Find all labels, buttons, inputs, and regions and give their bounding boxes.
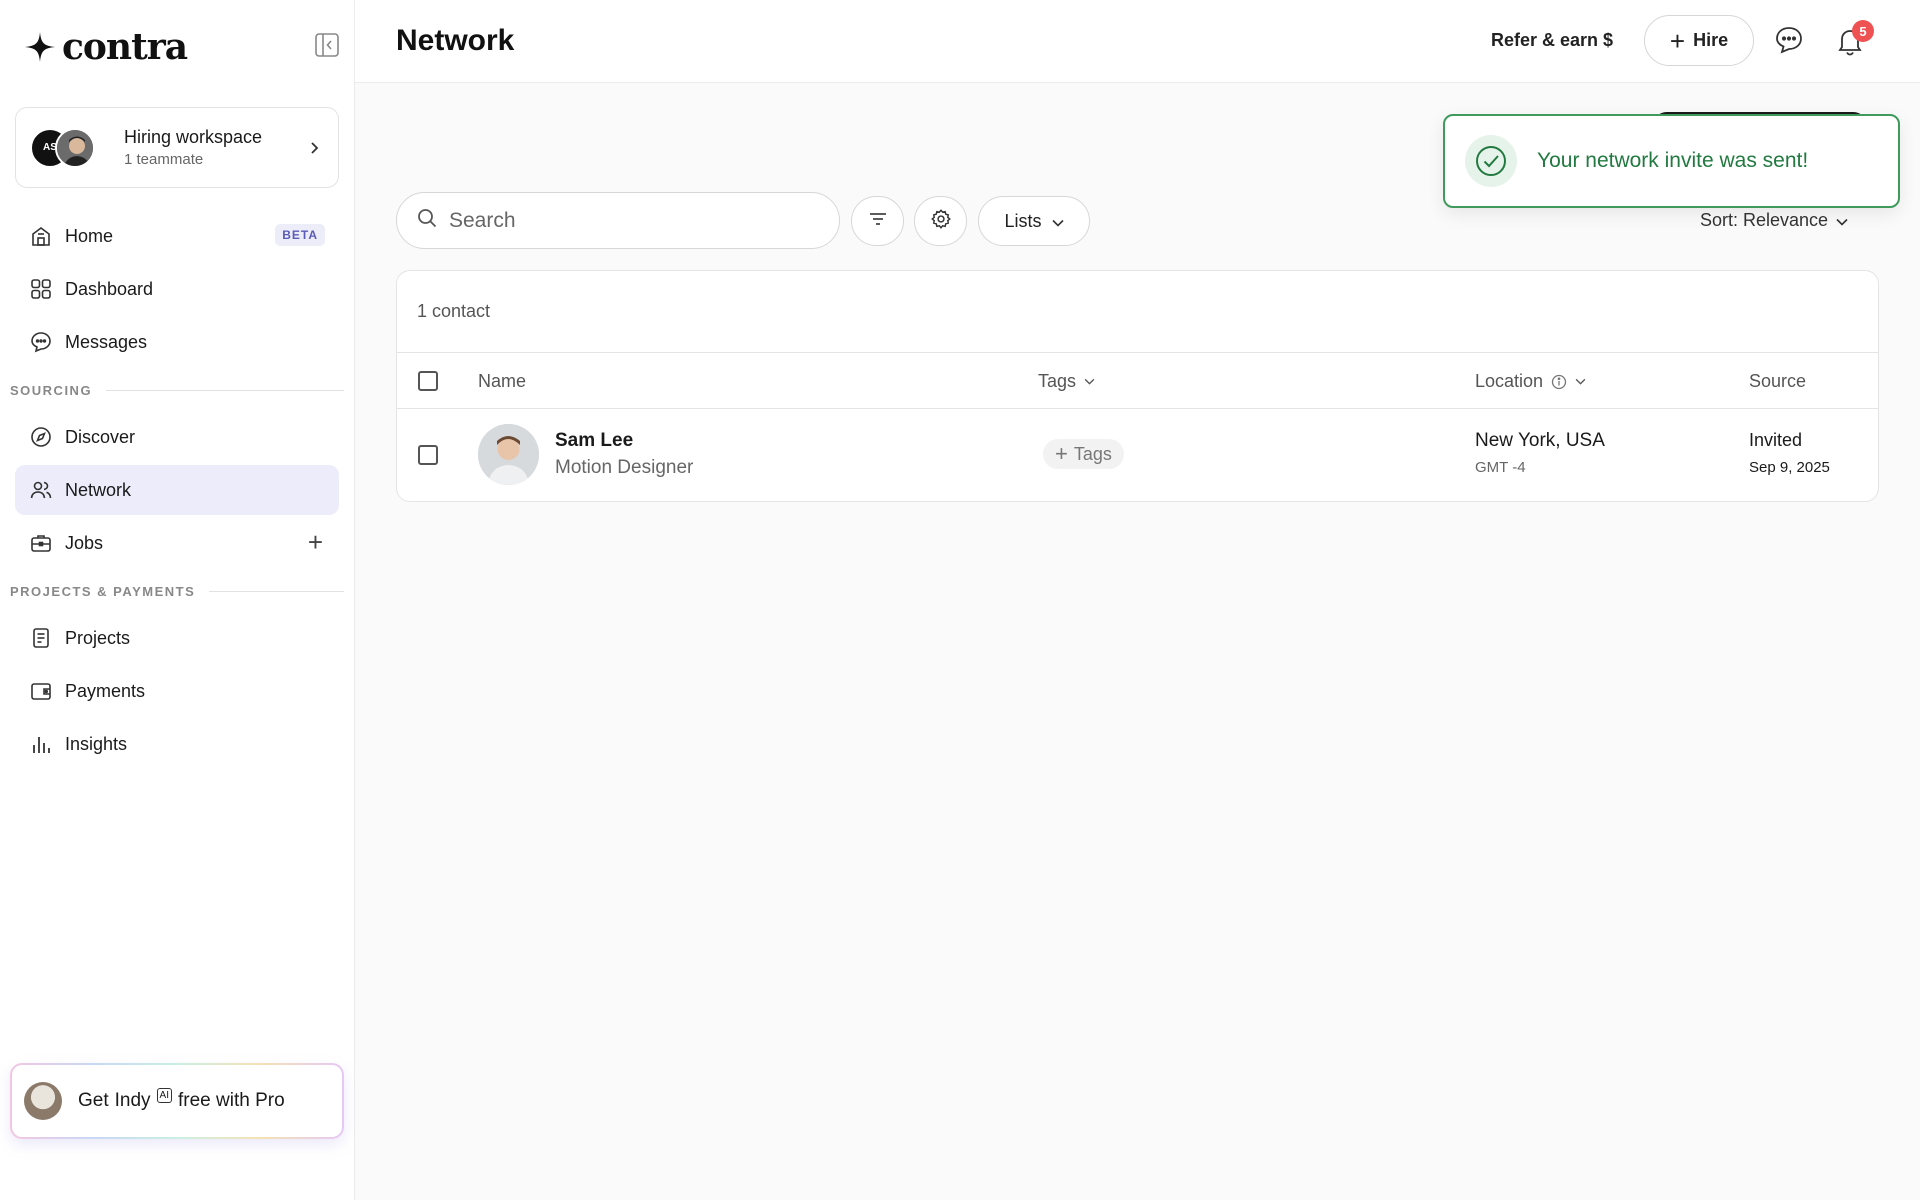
lists-label: Lists — [1004, 210, 1042, 231]
sort-label: Sort: Relevance — [1700, 210, 1829, 230]
add-job-icon[interactable]: + — [308, 529, 323, 555]
search-input[interactable] — [449, 208, 809, 233]
sidebar-item-label: Dashboard — [65, 278, 154, 299]
indy-ai-promo-button[interactable]: Get Indy AI free with Pro — [10, 1063, 344, 1139]
sidebar-item-projects[interactable]: Projects — [15, 613, 339, 663]
compass-icon — [29, 425, 53, 449]
chevron-down-icon — [1084, 378, 1095, 385]
document-icon — [29, 626, 53, 650]
chevron-right-icon — [308, 139, 320, 160]
section-label-projects-payments: PROJECTS & PAYMENTS — [10, 584, 344, 599]
column-header-name[interactable]: Name — [478, 371, 526, 392]
contact-source-date: Sep 9, 2025 — [1749, 459, 1830, 476]
sparkle-logo-icon — [25, 32, 55, 62]
section-label-sourcing: SOURCING — [10, 383, 344, 398]
sidebar-item-label: Projects — [65, 627, 131, 648]
table-row[interactable]: Sam Lee Motion Designer + Tags New York,… — [397, 409, 1878, 501]
promo-name: Indy — [114, 1090, 151, 1111]
sidebar-item-label: Messages — [65, 331, 148, 352]
info-icon — [1551, 374, 1567, 389]
workspace-switcher[interactable]: AS Hiring workspace 1 teammate — [15, 107, 339, 188]
chat-icon — [29, 330, 53, 354]
contra-logo[interactable]: contra — [24, 26, 188, 68]
grid-icon — [29, 277, 53, 301]
contact-avatar[interactable] — [478, 424, 539, 485]
teammate-avatar — [55, 127, 95, 168]
sidebar-item-label: Insights — [65, 733, 128, 754]
filter-icon — [868, 210, 888, 233]
refer-earn-link[interactable]: Refer & earn $ — [1491, 30, 1613, 51]
sidebar-item-label: Discover — [65, 426, 136, 447]
chevron-down-icon — [1836, 210, 1848, 231]
sort-dropdown[interactable]: Sort: Relevance — [1700, 210, 1848, 231]
column-header-location[interactable]: Location — [1475, 371, 1586, 392]
contact-timezone: GMT -4 — [1475, 459, 1526, 476]
workspace-subtitle: 1 teammate — [124, 151, 204, 168]
notification-count-badge: 5 — [1852, 20, 1874, 42]
chevron-down-icon — [1575, 378, 1586, 385]
sidebar-item-label: Home — [65, 225, 114, 246]
hire-label: Hire — [1693, 30, 1729, 50]
wallet-icon — [29, 679, 53, 703]
sidebar-item-label: Network — [65, 479, 132, 500]
hire-button[interactable]: + Hire — [1644, 15, 1754, 66]
collapse-sidebar-icon[interactable] — [314, 32, 340, 58]
success-toast: Your network invite was sent! — [1443, 114, 1900, 208]
table-header-row: Name Tags Location Source — [397, 352, 1878, 409]
column-header-tags[interactable]: Tags — [1038, 371, 1095, 392]
sidebar-item-label: Payments — [65, 680, 146, 701]
bar-chart-icon — [29, 732, 53, 756]
contacts-table-card: 1 contact Name Tags Location Source Sam … — [396, 270, 1879, 502]
add-tags-button[interactable]: + Tags — [1043, 439, 1124, 469]
contact-role: Motion Designer — [555, 457, 694, 478]
brand-name: contra — [62, 26, 188, 68]
check-circle-icon — [1465, 135, 1517, 187]
select-all-checkbox[interactable] — [418, 371, 438, 391]
settings-button[interactable] — [914, 196, 967, 246]
sidebar-item-discover[interactable]: Discover — [15, 412, 339, 462]
workspace-avatars: AS — [30, 126, 100, 170]
chevron-down-icon — [1051, 211, 1064, 232]
gear-icon — [930, 208, 952, 235]
indy-avatar — [24, 1082, 62, 1120]
promo-suffix: free with Pro — [178, 1090, 285, 1111]
sidebar-item-network[interactable]: Network — [15, 465, 339, 515]
ai-badge: AI — [156, 1087, 172, 1103]
home-icon — [29, 224, 53, 248]
contact-location: New York, USA — [1475, 430, 1605, 451]
filter-button[interactable] — [851, 196, 904, 246]
page-title: Network — [396, 24, 515, 57]
contact-name[interactable]: Sam Lee — [555, 430, 633, 452]
column-header-source[interactable]: Source — [1749, 371, 1806, 392]
plus-icon: + — [1669, 25, 1686, 56]
sidebar-item-messages[interactable]: Messages — [15, 317, 339, 367]
lists-dropdown[interactable]: Lists — [978, 196, 1090, 246]
add-tags-label: Tags — [1073, 443, 1112, 464]
search-icon — [417, 208, 437, 233]
promo-prefix: Get — [78, 1090, 109, 1111]
sidebar: contra AS Hiring workspace 1 teammate Ho… — [0, 0, 355, 1200]
sidebar-item-insights[interactable]: Insights — [15, 719, 339, 769]
workspace-title: Hiring workspace — [124, 127, 263, 147]
briefcase-icon — [29, 531, 53, 555]
sidebar-item-label: Jobs — [65, 532, 104, 553]
top-header: Network Refer & earn $ + Hire 5 — [355, 0, 1920, 83]
search-box[interactable] — [396, 192, 840, 249]
messages-icon[interactable] — [1774, 25, 1804, 55]
plus-icon: + — [1055, 441, 1068, 466]
sidebar-item-payments[interactable]: Payments — [15, 666, 339, 716]
contact-count: 1 contact — [417, 301, 491, 321]
row-checkbox[interactable] — [418, 445, 438, 465]
beta-badge: BETA — [275, 224, 325, 246]
sidebar-item-dashboard[interactable]: Dashboard — [15, 264, 339, 314]
users-icon — [29, 478, 53, 502]
sidebar-item-home[interactable]: Home BETA — [15, 211, 339, 261]
toast-message: Your network invite was sent! — [1537, 149, 1809, 172]
sidebar-item-jobs[interactable]: Jobs + — [15, 518, 339, 568]
contact-source: Invited — [1749, 430, 1803, 450]
